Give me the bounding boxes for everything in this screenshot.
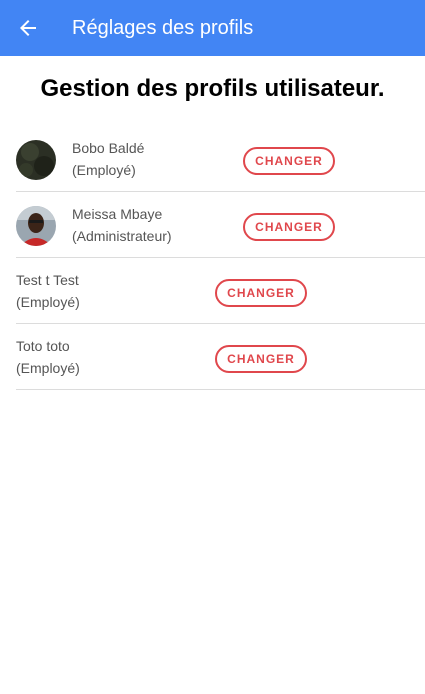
profile-role: (Employé): [72, 162, 136, 178]
app-bar-title: Réglages des profils: [72, 17, 254, 39]
app-bar: Réglages des profils: [0, 0, 425, 56]
back-button[interactable]: [12, 12, 44, 44]
profile-role: (Administrateur): [72, 228, 172, 244]
profile-info: Test t Test (Employé): [16, 269, 80, 313]
profile-name: Bobo Baldé: [72, 140, 145, 156]
profile-row: Test t Test (Employé) CHANGER: [16, 258, 425, 324]
profile-role: (Employé): [16, 360, 80, 376]
profile-row: Toto toto (Employé) CHANGER: [16, 324, 425, 390]
profile-name: Test t Test: [16, 272, 79, 288]
arrow-back-icon: [20, 20, 36, 36]
change-button[interactable]: CHANGER: [243, 213, 335, 241]
change-button[interactable]: CHANGER: [243, 147, 335, 175]
profile-name: Toto toto: [16, 338, 70, 354]
avatar: [16, 206, 56, 246]
profile-info: Meissa Mbaye (Administrateur): [72, 203, 172, 247]
profile-row: Meissa Mbaye (Administrateur) CHANGER: [16, 192, 425, 258]
profile-row: Bobo Baldé (Employé) CHANGER: [16, 126, 425, 192]
profile-role: (Employé): [16, 294, 80, 310]
profile-info: Toto toto (Employé): [16, 335, 80, 379]
avatar: [16, 140, 56, 180]
change-button[interactable]: CHANGER: [215, 345, 307, 373]
profile-name: Meissa Mbaye: [72, 206, 163, 222]
page-title: Gestion des profils utilisateur.: [40, 75, 385, 102]
change-button[interactable]: CHANGER: [215, 279, 307, 307]
profile-info: Bobo Baldé (Employé): [72, 137, 144, 181]
profile-list: Bobo Baldé (Employé) CHANGER Meissa Mbay…: [16, 126, 425, 390]
